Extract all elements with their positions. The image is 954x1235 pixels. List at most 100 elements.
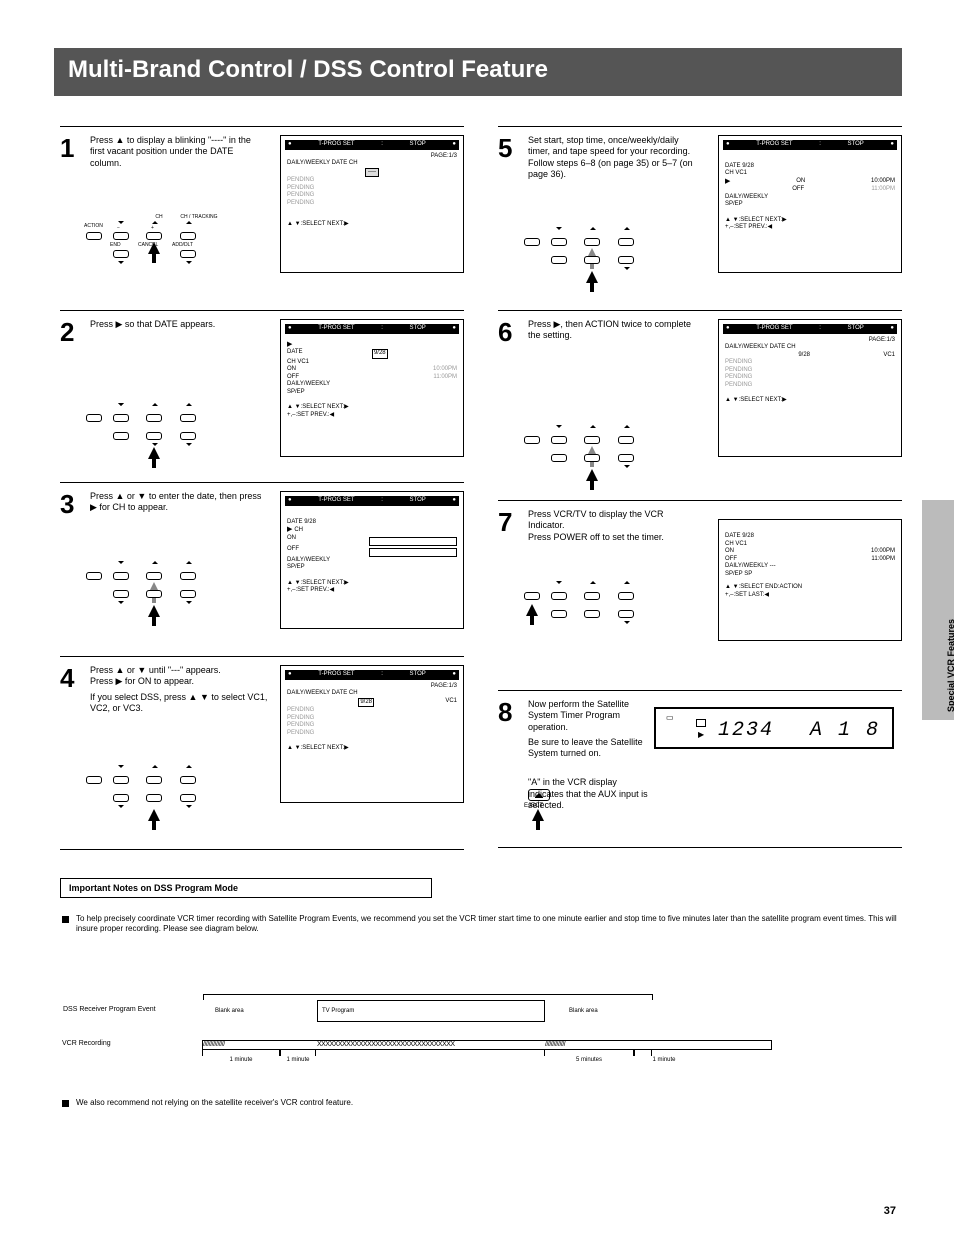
b7[interactable] (180, 794, 196, 802)
b5[interactable] (584, 256, 600, 264)
seg-post: ////////////// (545, 1041, 653, 1049)
btn-up[interactable] (146, 232, 162, 240)
page-title: Multi-Brand Control / DSS Control Featur… (68, 56, 548, 84)
btn-action[interactable] (86, 232, 102, 240)
h1: ▲ ▼:SELECT NEXT:▶ (287, 404, 457, 412)
cassette-icon: ▭ (666, 713, 674, 723)
btn-d[interactable] (146, 414, 162, 422)
b1[interactable] (86, 572, 102, 580)
btn-g[interactable] (180, 432, 196, 440)
b5[interactable] (146, 794, 162, 802)
left-column: 1 Press ▲ to display a blinking "----" i… (60, 126, 464, 850)
right-column: 5 Set start, stop time, once/weekly/dail… (498, 126, 902, 848)
b3[interactable] (551, 610, 567, 618)
c2 (118, 601, 124, 604)
b1[interactable] (524, 592, 540, 600)
of: OFF (792, 186, 804, 194)
c4 (186, 765, 192, 768)
btn-down[interactable] (113, 232, 129, 240)
seg-pre: /////////////// (203, 1041, 317, 1049)
btn-b[interactable] (113, 414, 129, 422)
button-cluster-6 (524, 425, 692, 491)
b7[interactable] (618, 454, 634, 462)
h2: +,–:SET PREV.:◀ (725, 224, 895, 232)
p3: PENDING (725, 374, 895, 382)
c1 (118, 765, 124, 768)
b4[interactable] (146, 572, 162, 580)
b4[interactable] (584, 238, 600, 246)
b1[interactable] (524, 238, 540, 246)
oft: 11:00PM (871, 556, 895, 564)
lbl-plus: + (151, 226, 154, 231)
b2[interactable] (551, 592, 567, 600)
vcr-lcd-display: ▭ ▶ 1234 A 1 8 (654, 707, 894, 749)
d: 9/28 (358, 698, 374, 708)
s: SP/EP SP (725, 571, 895, 579)
btn-e[interactable] (146, 432, 162, 440)
b4[interactable] (146, 776, 162, 784)
btn-ch-up[interactable] (180, 232, 196, 240)
b3[interactable] (551, 454, 567, 462)
b7[interactable] (180, 590, 196, 598)
eject-button[interactable] (528, 789, 550, 801)
step-4: 4 Press ▲ or ▼ until "---" appears. Pres… (60, 656, 464, 850)
chev-up2 (186, 403, 192, 406)
chev-down-icon (118, 221, 124, 224)
b2[interactable] (551, 436, 567, 444)
b5[interactable] (584, 610, 600, 618)
btn-a[interactable] (86, 414, 102, 422)
b6[interactable] (180, 572, 196, 580)
b2[interactable] (113, 776, 129, 784)
ot: 10:00PM (871, 548, 895, 556)
btn-ch-dn[interactable] (180, 250, 196, 258)
t2: STOP (848, 141, 864, 149)
t: T-PROG SET (318, 497, 354, 505)
b3[interactable] (113, 794, 129, 802)
ib: 9/28 (372, 349, 388, 359)
chev-dn3 (186, 443, 192, 446)
chev-up-icon-2 (186, 221, 192, 224)
c1 (556, 425, 562, 428)
h2: +,–:SET PREV.:◀ (287, 412, 457, 420)
scr-pending-3: PENDING (287, 192, 457, 200)
b6[interactable] (618, 238, 634, 246)
chev-down-icon-2 (118, 261, 124, 264)
side-tab-label: Special VCR Features (946, 512, 954, 712)
r2: CH VC1 (725, 170, 895, 178)
c4 (624, 227, 630, 230)
scr-title: T-PROG SET (318, 141, 354, 149)
b5[interactable] (146, 590, 162, 598)
b3[interactable] (551, 256, 567, 264)
b1[interactable] (524, 436, 540, 444)
h1: ▲ ▼:SELECT END:ACTION (725, 584, 895, 592)
c4 (624, 425, 630, 428)
ofl: OFF (287, 374, 299, 382)
step-8: 8 Now perform the Satellite System Timer… (498, 690, 902, 848)
c: VC1 (445, 698, 457, 708)
lbl-minus: − (117, 226, 120, 231)
timeline-diagram: DSS Receiver Program Event TV Program Bl… (202, 994, 772, 1068)
b7[interactable] (618, 256, 634, 264)
b2[interactable] (113, 572, 129, 580)
b4[interactable] (584, 592, 600, 600)
btn-end[interactable] (113, 250, 129, 258)
c: VC1 (883, 352, 895, 360)
btn-f[interactable] (180, 414, 196, 422)
h1: ▲ ▼:SELECT NEXT:▶ (725, 217, 895, 225)
b2[interactable] (551, 238, 567, 246)
b4[interactable] (584, 436, 600, 444)
scr-blank-date: ---- (365, 168, 379, 178)
b3[interactable] (113, 590, 129, 598)
dss-label: DSS Receiver Program Event (63, 1006, 156, 1013)
b5[interactable] (584, 454, 600, 462)
btn-c[interactable] (113, 432, 129, 440)
chev-dn2 (152, 443, 158, 446)
step-2-text: Press ▶ so that DATE appears. (90, 319, 262, 330)
b1[interactable] (86, 776, 102, 784)
b6[interactable] (180, 776, 196, 784)
b6[interactable] (618, 436, 634, 444)
b7[interactable] (618, 610, 634, 618)
cols: DAILY/WEEKLY DATE CH (725, 344, 895, 352)
b6[interactable] (618, 592, 634, 600)
screen-final: DATE 9/28 CH VC1 ON10:00PM OFF11:00PM DA… (718, 519, 902, 641)
